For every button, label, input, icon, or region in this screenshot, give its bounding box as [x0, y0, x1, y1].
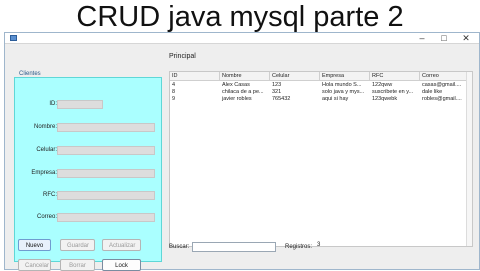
table-cell[interactable]: Alex Casas	[220, 82, 270, 89]
table-cell[interactable]: 321	[270, 89, 320, 96]
table-scrollbar[interactable]	[466, 72, 472, 246]
table-cell[interactable]: solo java y mys...	[320, 89, 370, 96]
table-cell[interactable]: Hola mundo S...	[320, 82, 370, 89]
empresa-field[interactable]	[57, 169, 155, 178]
java-app-icon	[10, 35, 17, 41]
col-rfc[interactable]: RFC	[370, 72, 420, 81]
empresa-label: Empresa:	[31, 170, 57, 176]
table-cell[interactable]: aqui si hay	[320, 96, 370, 103]
panel-legend: Clientes	[18, 71, 42, 77]
table-cell[interactable]: 123qwebk	[370, 96, 420, 103]
table-cell[interactable]: dale like	[420, 89, 469, 96]
table-cell[interactable]: 9	[170, 96, 220, 103]
video-title: CRUD java mysql parte 2	[76, 1, 404, 33]
table-cell[interactable]: javier robles	[220, 96, 270, 103]
clients-table[interactable]: ID Nombre Celular Empresa RFC Correo 4 A…	[169, 71, 473, 247]
table-cell[interactable]: 122qww	[370, 82, 420, 89]
guardar-button[interactable]: Guardar	[60, 239, 95, 251]
nombre-field[interactable]	[57, 123, 155, 132]
borrar-button[interactable]: Borrar	[60, 259, 95, 271]
lock-button[interactable]: Lock	[102, 259, 141, 271]
search-input[interactable]	[192, 242, 276, 252]
close-button[interactable]: ✕	[455, 33, 477, 43]
rfc-field[interactable]	[57, 191, 155, 200]
registros-label: Registros:	[285, 244, 313, 250]
celular-field[interactable]	[57, 146, 155, 155]
principal-label: Principal	[169, 53, 196, 60]
maximize-button[interactable]: □	[433, 33, 455, 43]
col-nombre[interactable]: Nombre	[220, 72, 270, 81]
nombre-label: Nombre:	[33, 124, 57, 130]
cancelar-button[interactable]: Cancelar	[18, 259, 51, 271]
col-celular[interactable]: Celular	[270, 72, 320, 81]
table-cell[interactable]: 123	[270, 82, 320, 89]
window-titlebar: – □ ✕	[5, 33, 479, 44]
correo-label: Correo:	[36, 214, 57, 220]
rfc-label: RFC:	[43, 192, 57, 198]
table-cell[interactable]: 8	[170, 89, 220, 96]
col-correo[interactable]: Correo	[420, 72, 469, 81]
nuevo-button[interactable]: Nuevo	[18, 239, 51, 251]
id-field[interactable]	[57, 100, 103, 109]
table-cell[interactable]: 4	[170, 82, 220, 89]
app-window: – □ ✕ Clientes ID: Nombre: Celular: Empr…	[4, 32, 480, 271]
registros-count: 3	[317, 242, 321, 248]
actualizar-button[interactable]: Actualizar	[102, 239, 141, 251]
table-cell[interactable]: 765432	[270, 96, 320, 103]
buscar-label: Buscar:	[169, 244, 190, 250]
table-cell[interactable]: robles@gmail....	[420, 96, 469, 103]
table-cell[interactable]: chilaca de a pe...	[220, 89, 270, 96]
celular-label: Celular:	[36, 147, 57, 153]
clientes-panel: Clientes ID: Nombre: Celular: Empresa: R…	[14, 71, 162, 262]
table-cell[interactable]: suscribete en y...	[370, 89, 420, 96]
id-label: ID:	[49, 101, 57, 107]
col-empresa[interactable]: Empresa	[320, 72, 370, 81]
correo-field[interactable]	[57, 213, 155, 222]
col-id[interactable]: ID	[170, 72, 220, 81]
minimize-button[interactable]: –	[411, 33, 433, 43]
table-cell[interactable]: casas@gmail....	[420, 82, 469, 89]
